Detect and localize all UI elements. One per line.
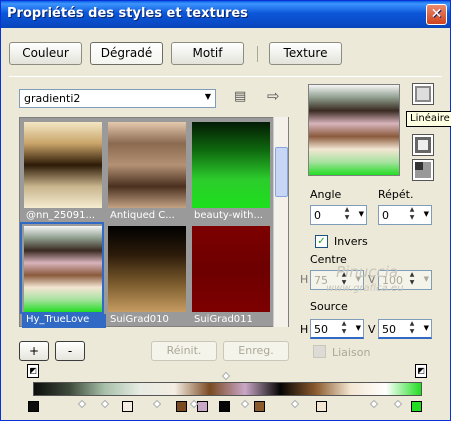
remove-stop-button[interactable]: - xyxy=(55,341,85,361)
gradient-thumb[interactable]: beauty-with... xyxy=(190,120,270,221)
color-stop-marker[interactable] xyxy=(176,401,187,412)
source-h-value: 50 xyxy=(314,323,328,336)
tab-texture[interactable]: Texture xyxy=(269,42,342,65)
color-stop-marker[interactable] xyxy=(122,401,133,412)
radial-style-button[interactable] xyxy=(412,134,434,156)
linear-gradient-icon xyxy=(415,86,431,102)
source-v-label: V xyxy=(368,323,376,336)
rectangular-gradient-icon xyxy=(415,162,431,178)
spin-arrows-icon[interactable]: ▲ ▼ xyxy=(342,206,352,224)
color-stop-marker[interactable] xyxy=(411,401,422,412)
gradient-caption: @nn_25091... xyxy=(26,210,96,221)
gradient-caption: beauty-with... xyxy=(194,210,263,221)
midpoint-handle[interactable] xyxy=(240,399,250,409)
chevron-down-icon[interactable]: ▼ xyxy=(424,210,429,218)
color-stop-marker[interactable] xyxy=(28,401,39,412)
repeat-value: 0 xyxy=(382,209,389,222)
properties-dialog: Propriétés des styles et textures ✕ Coul… xyxy=(0,0,451,421)
gradient-preview xyxy=(308,84,400,176)
midpoint-handle[interactable] xyxy=(369,399,379,409)
source-h-spinner[interactable]: 50 ▲ ▼ ▼ xyxy=(310,319,364,339)
color-stop-marker[interactable] xyxy=(197,401,208,412)
gradient-swatch-0 xyxy=(24,122,102,208)
gradient-select-value: gradienti2 xyxy=(24,92,81,105)
midpoint-handle[interactable] xyxy=(393,399,403,409)
scrollbar-thumb[interactable] xyxy=(275,147,288,197)
angle-spinner[interactable]: 0 ▲ ▼ ▼ xyxy=(310,205,367,225)
gradient-swatch-2 xyxy=(192,122,270,208)
gradient-gallery[interactable]: @nn_25091... Antiqued C... beauty-with..… xyxy=(19,117,289,328)
tab-motif[interactable]: Motif xyxy=(171,42,244,65)
spin-arrows-icon[interactable]: ▲ ▼ xyxy=(407,320,417,338)
center-h-label: H xyxy=(300,273,309,286)
angle-label: Angle xyxy=(310,188,342,201)
chevron-down-icon[interactable]: ▼ xyxy=(424,324,429,332)
midpoint-handle[interactable] xyxy=(100,399,110,409)
opacity-start-flag[interactable]: ◩ xyxy=(27,364,39,378)
source-h-label: H xyxy=(300,323,309,336)
gradient-select[interactable]: gradienti2 ▼ xyxy=(19,89,216,108)
gallery-scrollbar[interactable] xyxy=(273,117,288,327)
source-label: Source xyxy=(310,300,348,313)
source-v-value: 50 xyxy=(382,323,396,336)
tab-degrade[interactable]: Dégradé xyxy=(90,42,163,65)
watermark-url: www.grafica.eu xyxy=(326,283,404,294)
style-tooltip: Linéaire xyxy=(406,111,451,127)
linear-style-button[interactable] xyxy=(412,83,434,105)
chevron-down-icon[interactable]: ▼ xyxy=(359,210,364,218)
gradient-thumb-selected[interactable]: Hy_TrueLove xyxy=(20,222,106,328)
spin-arrows-icon[interactable]: ▲ ▼ xyxy=(407,271,417,289)
arrow-right-icon[interactable]: ⇨ xyxy=(267,87,280,105)
opacity-midpoint-handle[interactable] xyxy=(221,371,231,381)
link-checkbox[interactable] xyxy=(313,345,326,358)
close-button[interactable]: ✕ xyxy=(426,4,447,25)
gradient-swatch-3 xyxy=(24,226,102,312)
midpoint-handle[interactable] xyxy=(290,399,300,409)
repeat-spinner[interactable]: 0 ▲ ▼ ▼ xyxy=(378,205,432,225)
gradient-thumb[interactable]: SuiGrad011 xyxy=(190,224,270,325)
save-button[interactable]: Enreg. xyxy=(223,341,289,361)
midpoint-handle[interactable] xyxy=(77,399,87,409)
invert-label: Invers xyxy=(334,235,368,248)
divider xyxy=(9,76,442,77)
chevron-down-icon: ▼ xyxy=(204,92,211,101)
gradient-thumb[interactable]: SuiGrad010 xyxy=(106,224,186,325)
add-stop-button[interactable]: + xyxy=(19,341,49,361)
link-label: Liaison xyxy=(332,346,371,359)
color-stop-marker[interactable] xyxy=(219,401,230,412)
opacity-end-flag[interactable]: ◩ xyxy=(415,364,427,378)
tab-separator xyxy=(257,46,258,62)
reset-button[interactable]: Réinit. xyxy=(151,341,217,361)
gradient-caption: Hy_TrueLove xyxy=(22,314,106,328)
tab-couleur[interactable]: Couleur xyxy=(9,42,82,65)
spin-arrows-icon[interactable]: ▲ ▼ xyxy=(407,206,417,224)
gradient-swatch-4 xyxy=(108,226,186,312)
gradient-swatch-5 xyxy=(192,226,270,312)
repeat-label: Répét. xyxy=(378,188,414,201)
browse-icon[interactable]: ▤ xyxy=(234,89,246,104)
color-stop-marker[interactable] xyxy=(316,401,327,412)
chevron-down-icon[interactable]: ▼ xyxy=(356,324,361,332)
angle-value: 0 xyxy=(314,209,321,222)
radial-gradient-icon xyxy=(415,137,431,153)
source-v-spinner[interactable]: 50 ▲ ▼ ▼ xyxy=(378,319,432,339)
watermark-name: Pinuccia xyxy=(336,263,399,281)
gradient-bar[interactable] xyxy=(33,382,422,396)
color-stop-marker[interactable] xyxy=(254,401,265,412)
midpoint-handle[interactable] xyxy=(152,399,162,409)
gradient-thumb[interactable]: @nn_25091... xyxy=(22,120,102,221)
invert-checkbox[interactable]: ✓ xyxy=(315,235,328,248)
chevron-down-icon[interactable]: ▼ xyxy=(424,275,429,283)
spin-arrows-icon[interactable]: ▲ ▼ xyxy=(339,320,349,338)
gradient-caption: Antiqued C... xyxy=(110,210,175,221)
title-bar[interactable]: Propriétés des styles et textures ✕ xyxy=(1,1,450,28)
gradient-caption: SuiGrad010 xyxy=(110,314,169,325)
gradient-swatch-1 xyxy=(108,122,186,208)
window-title: Propriétés des styles et textures xyxy=(7,6,248,21)
gradient-thumb[interactable]: Antiqued C... xyxy=(106,120,186,221)
rectangular-style-button[interactable] xyxy=(412,159,434,181)
gradient-caption: SuiGrad011 xyxy=(194,314,253,325)
